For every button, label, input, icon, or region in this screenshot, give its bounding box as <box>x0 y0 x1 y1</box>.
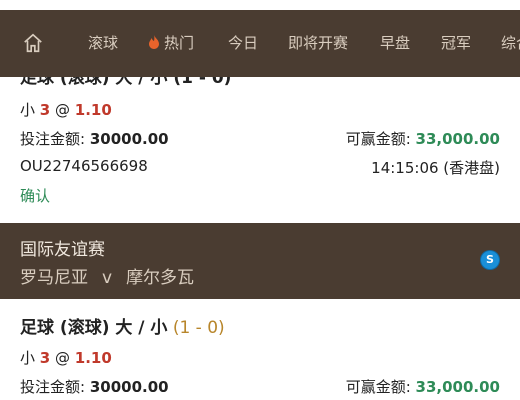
bet-selection: 小 3 @ 1.10 <box>20 347 112 368</box>
selection-odds: 1.10 <box>74 349 112 367</box>
nav-tab-live[interactable]: 滚球 <box>88 10 118 77</box>
bet-ticket-2: 足球 (滚球) 大 / 小 (1 - 0) 小 3 @ 1.10 投注金额: 3… <box>0 299 520 400</box>
nav-tab-upcoming[interactable]: 即将开赛 <box>288 10 348 77</box>
league-name: 国际友谊赛 <box>20 240 105 260</box>
stake-label: 投注金额: <box>20 378 90 396</box>
bet-title-cut: 足球 (滚球) 大 / 小 (1 - 0) <box>20 77 232 88</box>
vs-label: v <box>102 268 113 288</box>
nav-tab-today[interactable]: 今日 <box>228 10 258 77</box>
win-row: 可赢金额: 33,000.00 <box>346 376 500 397</box>
fire-icon <box>149 35 159 49</box>
stake-row: 投注金额: 30000.00 <box>20 128 169 149</box>
status-confirmed: 确认 <box>20 187 51 205</box>
home-icon[interactable] <box>22 32 44 54</box>
win-value: 33,000.00 <box>415 130 500 148</box>
win-label: 可赢金额: <box>345 378 416 396</box>
status-bar-strip <box>0 0 520 10</box>
sport-badge-icon[interactable]: S <box>481 251 499 269</box>
top-nav-bar: 滚球 热门 今日 即将开赛 早盘 冠军 综合 <box>0 10 520 77</box>
win-label: 可赢金额: <box>345 130 416 148</box>
nav-tab-early[interactable]: 早盘 <box>380 10 410 77</box>
selection-at: @ <box>50 101 75 119</box>
stake-row: 投注金额: 30000.00 <box>20 376 169 397</box>
match-teams: 罗马尼亚 v 摩尔多瓦 <box>20 263 194 288</box>
bet-time: 14:15:06 (香港盘) <box>371 159 500 177</box>
away-team: 摩尔多瓦 <box>126 268 195 288</box>
stake-value: 30000.00 <box>89 378 169 396</box>
bet-market: 足球 (滚球) 大 / 小 <box>20 318 168 338</box>
selection-side: 小 <box>20 349 40 367</box>
nav-tab-hot-label: 热门 <box>164 34 195 52</box>
bet-title: 足球 (滚球) 大 / 小 (1 - 0) <box>20 313 225 338</box>
selection-line: 3 <box>39 101 51 119</box>
nav-tab-mixed[interactable]: 综合 <box>501 10 520 77</box>
selection-odds: 1.10 <box>74 101 112 119</box>
ticket-id: OU22746566698 <box>20 157 148 175</box>
bet-ticket-1: 足球 (滚球) 大 / 小 (1 - 0) 小 3 @ 1.10 投注金额: 3… <box>0 77 520 223</box>
stake-label: 投注金额: <box>20 130 90 148</box>
nav-tab-outright[interactable]: 冠军 <box>441 10 471 77</box>
bet-score: (1 - 0) <box>172 318 225 338</box>
selection-at: @ <box>50 349 75 367</box>
stake-value: 30000.00 <box>89 130 169 148</box>
match-header[interactable]: 国际友谊赛 罗马尼亚 v 摩尔多瓦 <box>0 223 520 299</box>
home-team: 罗马尼亚 <box>20 268 88 288</box>
bet-selection: 小 3 @ 1.10 <box>20 99 112 120</box>
selection-line: 3 <box>39 349 51 367</box>
win-row: 可赢金额: 33,000.00 <box>346 128 500 149</box>
nav-tab-hot[interactable]: 热门 <box>148 10 194 77</box>
win-value: 33,000.00 <box>415 378 500 396</box>
selection-side: 小 <box>20 101 40 119</box>
